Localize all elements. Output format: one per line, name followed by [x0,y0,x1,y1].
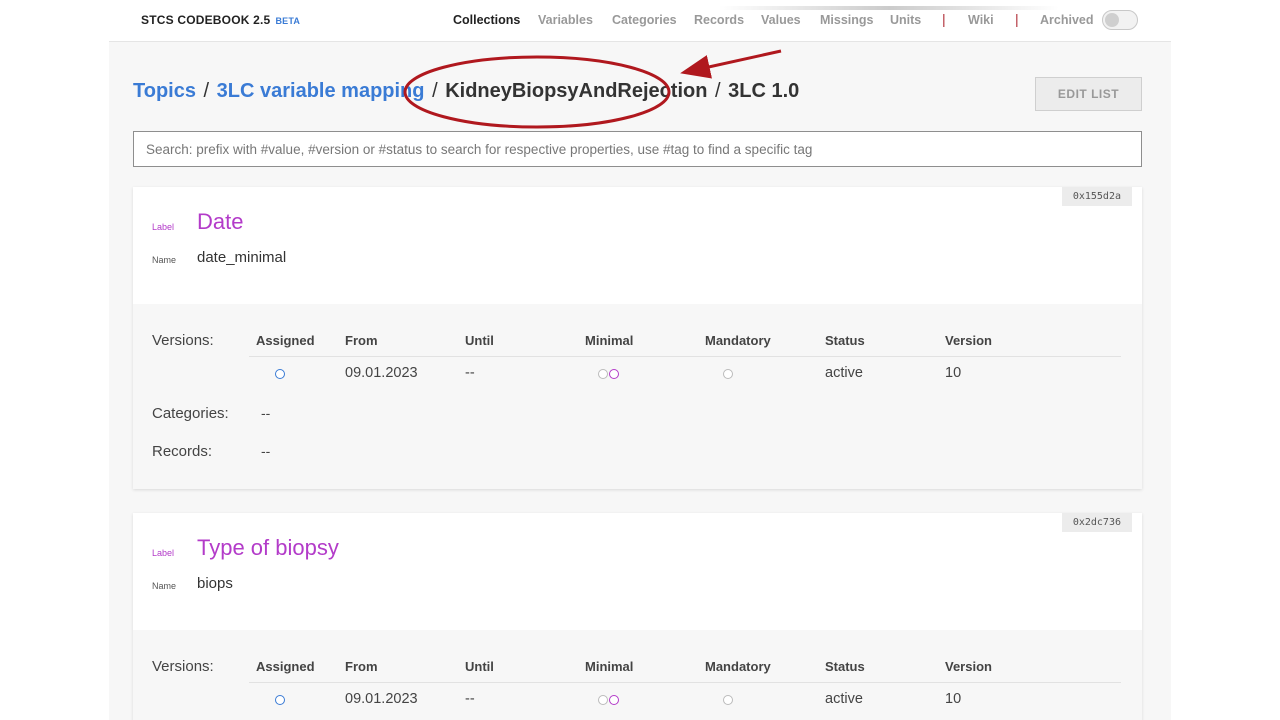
breadcrumb-separator: / [203,80,210,102]
versions-label: Versions: [152,658,214,675]
col-status: Status [825,659,865,674]
breadcrumb-separator: / [715,80,721,102]
variable-label: Date [197,209,244,234]
name-tag: Name [152,581,177,591]
variable-name: date_minimal [197,249,287,266]
version-status: active [825,691,863,707]
categories-label: Categories: [152,405,229,422]
col-assigned: Assigned [256,333,315,348]
top-navbar: STCS CODEBOOK 2.5 BETA Collections Variab… [109,0,1171,42]
breadcrumb-kidney-biopsy-and-rejection[interactable]: KidneyBiopsyAndRejection [445,80,707,102]
version-from: 09.01.2023 [345,365,418,381]
nav-variables[interactable]: Variables [538,13,593,27]
breadcrumb-3lc-1-0: 3LC 1.0 [728,80,800,102]
col-mandatory: Mandatory [705,333,771,348]
nav-wiki[interactable]: Wiki [968,13,994,27]
versions-section: Versions: Assigned From Until Minimal Ma… [133,630,1142,720]
col-assigned: Assigned [256,659,315,674]
col-version: Version [945,333,992,348]
variable-card: 0x155d2a Label Date Name date_minimal Ve… [133,187,1142,489]
version-until: -- [465,691,475,707]
col-version: Version [945,659,992,674]
label-tag: Label [152,548,175,558]
mandatory-circle-icon [723,695,733,705]
col-from: From [345,333,378,348]
brand[interactable]: STCS CODEBOOK 2.5 BETA [141,13,300,27]
minimal-circle-icon [598,369,608,379]
variable-name: biops [197,575,233,592]
assigned-circle-icon [275,695,285,705]
version-number: 10 [945,691,962,707]
version-until: -- [465,365,475,381]
col-mandatory: Mandatory [705,659,771,674]
nav-archived: Archived [1040,13,1094,27]
app-window: STCS CODEBOOK 2.5 BETA Collections Variab… [109,0,1171,720]
versions-label: Versions: [152,332,214,349]
minimal-circle-icon [609,695,619,705]
header-divider [249,682,1121,683]
minimal-circle-icon [609,369,619,379]
col-status: Status [825,333,865,348]
minimal-circle-icon [598,695,608,705]
col-until: Until [465,333,494,348]
versions-section: Versions: Assigned From Until Minimal Ma… [133,304,1142,489]
search-input[interactable] [133,131,1142,167]
version-from: 09.01.2023 [345,691,418,707]
nav-menu: Collections Variables Categories Records… [439,0,1139,42]
nav-values[interactable]: Values [761,13,801,27]
col-minimal: Minimal [585,333,634,348]
records-value: -- [261,443,271,459]
breadcrumb: Topics / 3LC variable mapping / KidneyBi… [133,80,799,103]
nav-separator: | [942,11,946,27]
version-number: 10 [945,365,962,381]
nav-separator: | [1015,11,1019,27]
breadcrumb-topics[interactable]: Topics [133,80,196,102]
breadcrumb-separator: / [432,80,438,102]
version-status: active [825,365,863,381]
label-tag: Label [152,222,175,232]
card-id-badge: 0x2dc736 [1061,513,1132,532]
variable-label: Type of biopsy [197,535,339,560]
card-id-badge: 0x155d2a [1061,187,1132,206]
edit-list-button[interactable]: EDIT LIST [1035,77,1142,111]
col-minimal: Minimal [585,659,634,674]
nav-units[interactable]: Units [890,13,921,27]
name-tag: Name [152,255,177,265]
col-from: From [345,659,378,674]
records-label: Records: [152,443,213,460]
brand-title: STCS CODEBOOK 2.5 [141,13,271,27]
assigned-circle-icon [275,369,285,379]
toggle-switch-icon [1105,13,1119,27]
archived-toggle[interactable] [1102,10,1138,30]
variable-card: 0x2dc736 Label Type of biopsy Name biops… [133,513,1142,720]
nav-missings[interactable]: Missings [820,13,874,27]
nav-categories[interactable]: Categories [612,13,677,27]
nav-collections[interactable]: Collections [453,13,520,27]
beta-badge: BETA [275,16,301,26]
nav-records[interactable]: Records [694,13,744,27]
col-until: Until [465,659,494,674]
mandatory-circle-icon [723,369,733,379]
breadcrumb-3lc-variable-mapping[interactable]: 3LC variable mapping [217,80,425,102]
categories-value: -- [261,405,271,421]
header-divider [249,356,1121,357]
